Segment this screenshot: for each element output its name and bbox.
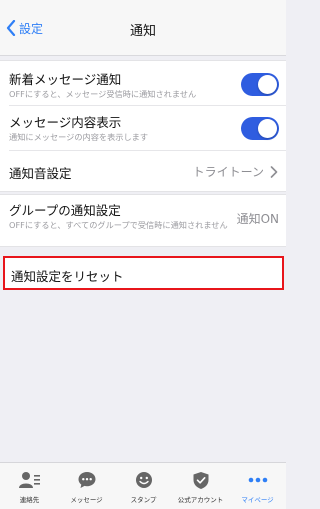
tab-official-accounts[interactable]: 公式アカウント xyxy=(172,463,229,509)
group-notification-value: 通知ON xyxy=(236,212,279,226)
reset-notification-settings-button[interactable]: 通知設定をリセット xyxy=(3,256,284,290)
tab-bar: 連絡先 メッセージ スタンプ 公式アカウント マイページ xyxy=(0,462,286,509)
message-preview-row[interactable]: メッセージ内容表示 通知にメッセージの内容を表示します xyxy=(0,106,286,151)
group-notification-row[interactable]: グループの通知設定 OFFにすると、すべてのグループで受信時に通知されません 通… xyxy=(0,195,286,248)
tab-contacts[interactable]: 連絡先 xyxy=(1,463,58,509)
group-notification-subtitle: OFFにすると、すべてのグループで受信時に通知されません xyxy=(9,220,228,230)
page-title: 通知 xyxy=(129,24,156,39)
reset-notification-settings-label: 通知設定をリセット xyxy=(11,269,124,284)
tab-my-page[interactable]: マイページ xyxy=(229,463,286,509)
notification-sound-row[interactable]: 通知音設定 トライトーン xyxy=(0,151,286,191)
smiley-icon xyxy=(135,472,152,488)
notification-settings-group: 新着メッセージ通知 OFFにすると、メッセージ受信時に通知されません メッセージ… xyxy=(0,60,286,192)
tab-stickers-label: スタンプ xyxy=(130,496,157,504)
notification-sound-title: 通知音設定 xyxy=(9,166,72,181)
new-message-notification-subtitle: OFFにすると、メッセージ受信時に通知されません xyxy=(9,89,197,99)
more-dots-icon xyxy=(248,477,267,483)
toggle-knob xyxy=(258,75,277,94)
group-notification-group: グループの通知設定 OFFにすると、すべてのグループで受信時に通知されません 通… xyxy=(0,194,286,247)
verified-shield-icon xyxy=(193,472,208,489)
contacts-icon xyxy=(18,472,40,488)
group-notification-title: グループの通知設定 xyxy=(9,203,121,218)
chevron-right-icon xyxy=(270,166,278,178)
tab-messages[interactable]: メッセージ xyxy=(58,463,115,509)
tab-contacts-label: 連絡先 xyxy=(19,496,40,504)
toggle-knob xyxy=(258,119,277,138)
new-message-notification-title: 新着メッセージ通知 xyxy=(9,72,122,87)
tab-my-page-label: マイページ xyxy=(241,496,274,504)
new-message-notification-toggle[interactable] xyxy=(241,73,279,96)
chat-bubble-icon xyxy=(78,472,95,488)
navigation-bar: 設定 通知 xyxy=(0,0,286,56)
message-preview-subtitle: 通知にメッセージの内容を表示します xyxy=(9,132,149,142)
tab-messages-label: メッセージ xyxy=(70,496,103,504)
tab-official-accounts-label: 公式アカウント xyxy=(177,496,224,504)
message-preview-title: メッセージ内容表示 xyxy=(9,115,122,130)
notification-sound-value: トライトーン xyxy=(192,165,264,179)
message-preview-toggle[interactable] xyxy=(241,117,279,140)
tab-stickers[interactable]: スタンプ xyxy=(115,463,172,509)
new-message-notification-row[interactable]: 新着メッセージ通知 OFFにすると、メッセージ受信時に通知されません xyxy=(0,61,286,106)
